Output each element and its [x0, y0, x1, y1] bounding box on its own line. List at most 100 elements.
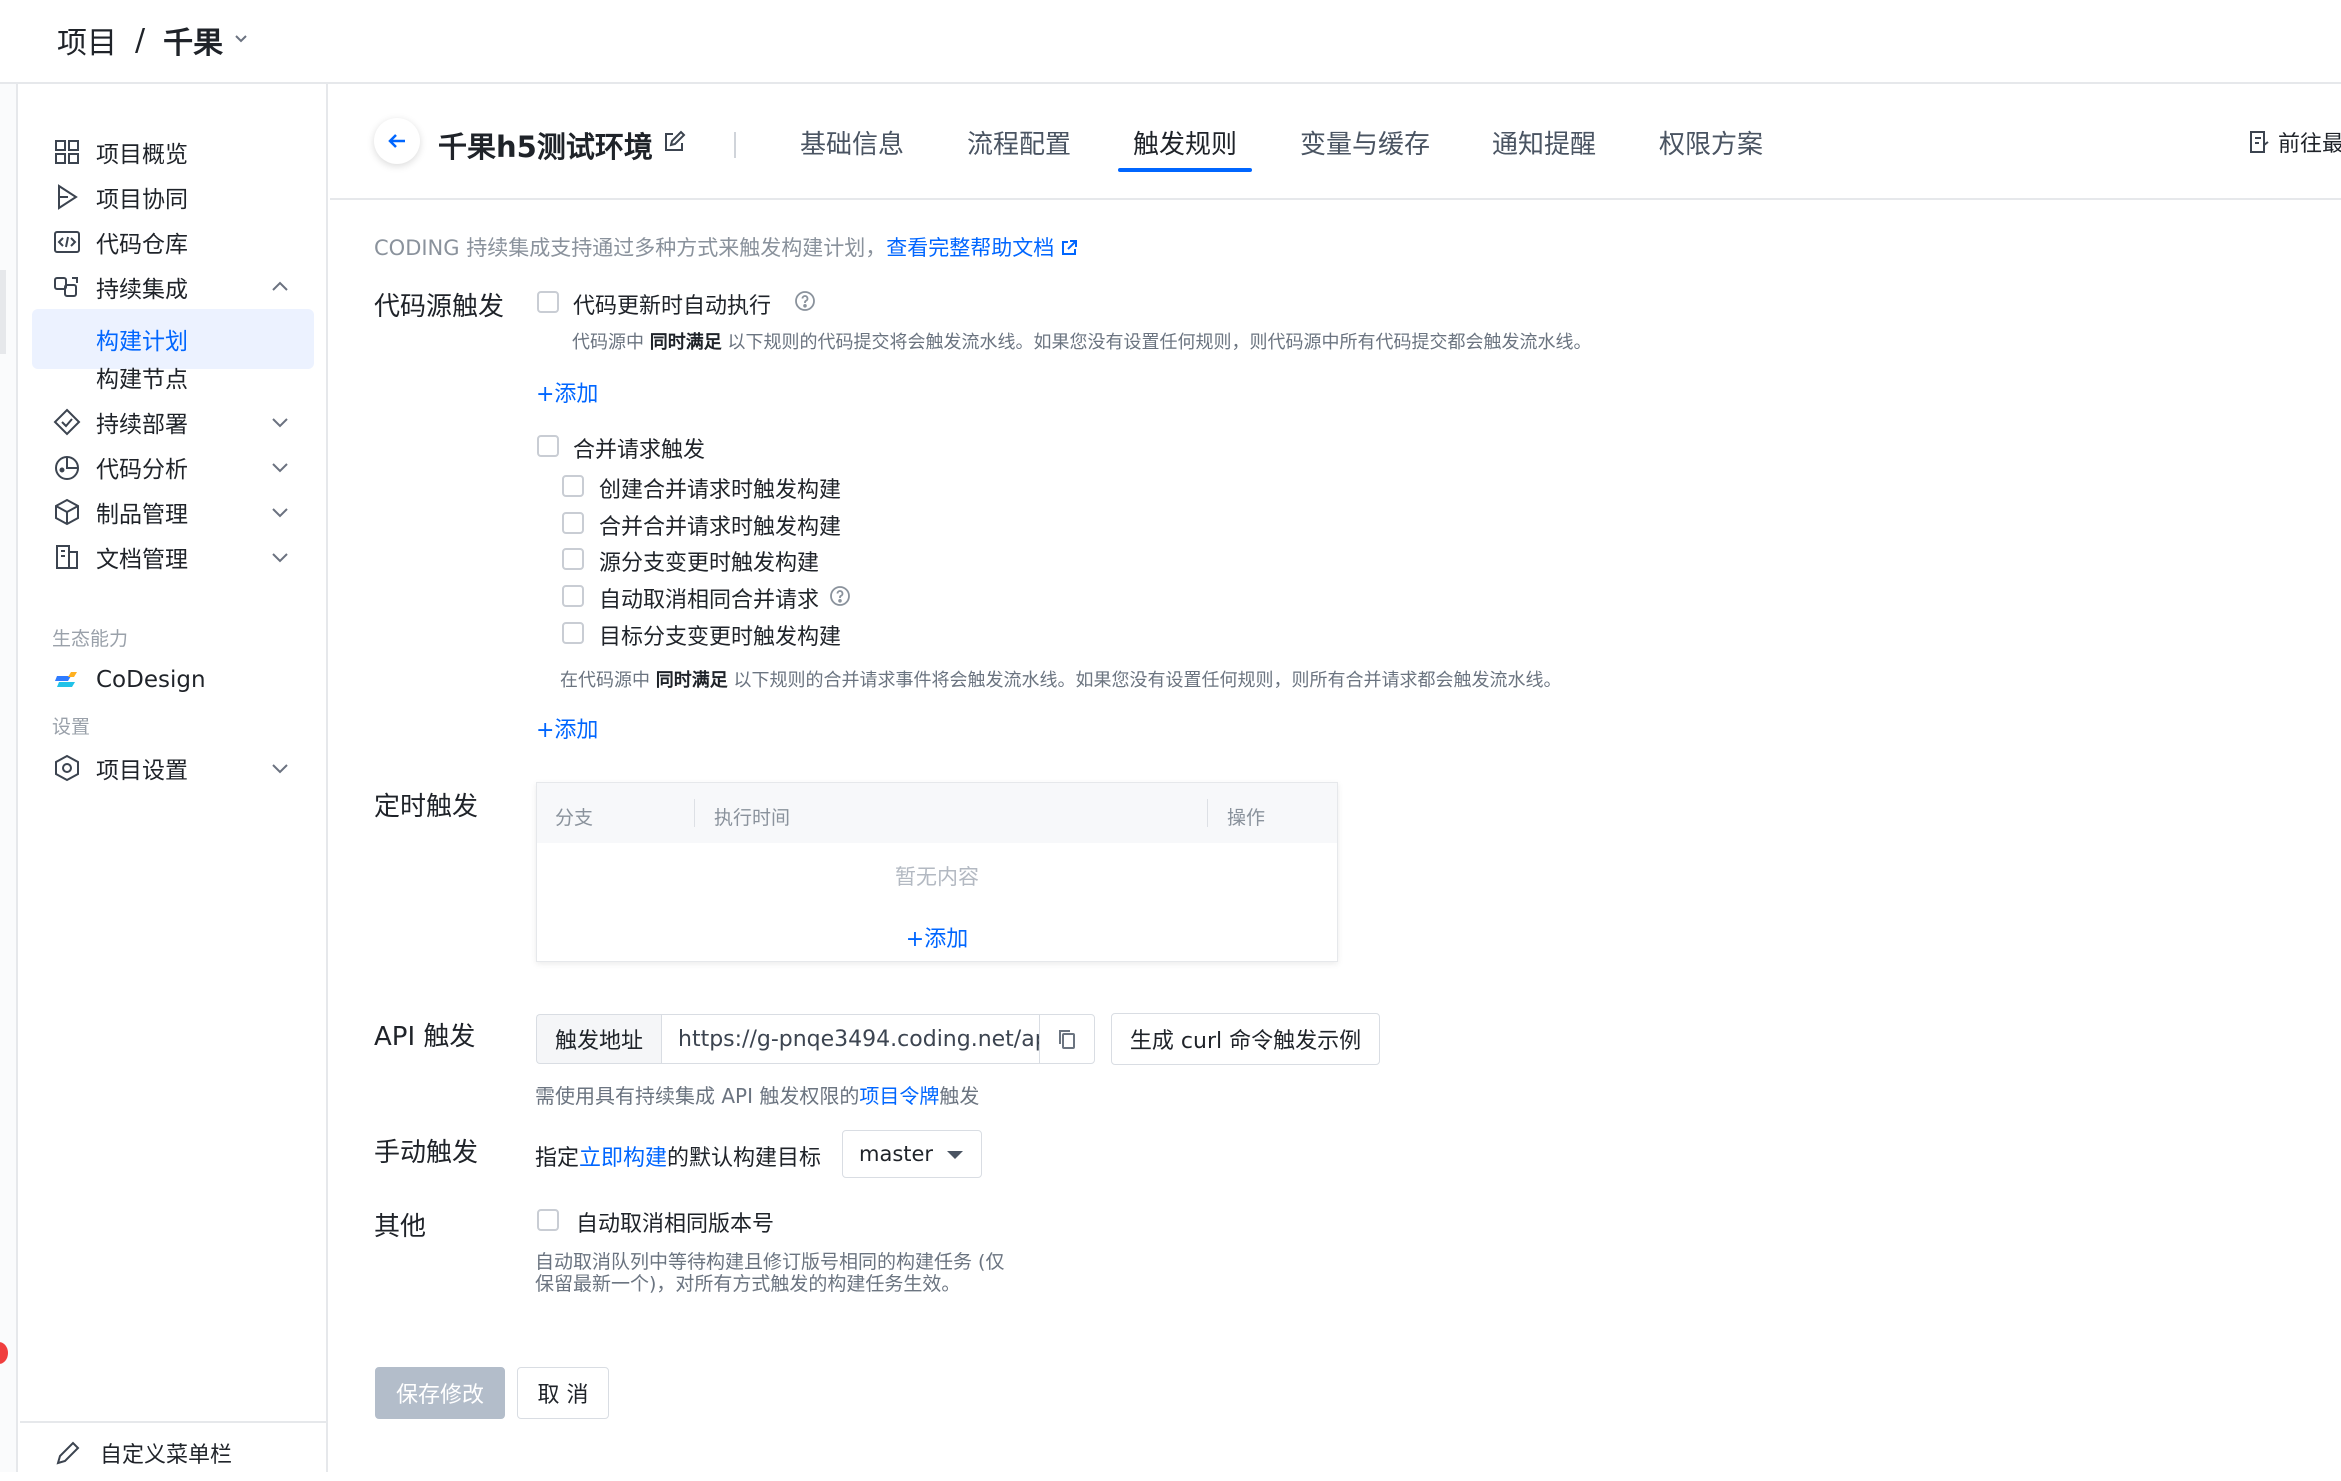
add-code-rule-button[interactable]: +添加 — [536, 376, 598, 408]
package-icon — [52, 497, 82, 527]
active-tab-indicator — [1118, 168, 1252, 172]
help-icon[interactable] — [829, 585, 851, 607]
schedule-table-header: 分支 执行时间 操作 — [537, 783, 1337, 843]
tab-permissions[interactable]: 权限方案 — [1659, 124, 1763, 161]
section-ecosystem: 生态能力 — [52, 628, 129, 650]
add-schedule-button[interactable]: +添加 — [537, 921, 1337, 953]
default-branch-select[interactable]: master — [842, 1130, 982, 1178]
breadcrumb-root[interactable]: 项目 — [57, 18, 117, 62]
auto-cancel-version-checkbox[interactable] — [537, 1209, 559, 1231]
schedule-label: 定时触发 — [374, 792, 479, 822]
schedule-table: 分支 执行时间 操作 暂无内容 +添加 — [536, 782, 1338, 962]
rail-marker — [0, 270, 6, 354]
sidebar-item-label: 项目概览 — [96, 142, 188, 168]
auto-cancel-version-label[interactable]: 自动取消相同版本号 — [576, 1206, 774, 1238]
copy-button[interactable] — [1039, 1014, 1096, 1064]
document-icon — [52, 542, 82, 572]
sidebar-item-label: 文档管理 — [96, 547, 188, 573]
project-token-link[interactable]: 项目令牌 — [859, 1084, 939, 1108]
document-icon — [2248, 130, 2270, 154]
add-mr-rule-button[interactable]: +添加 — [536, 712, 598, 744]
help-icon[interactable] — [794, 290, 816, 312]
api-url-field[interactable]: https://g-pnqe3494.coding.net/ap — [661, 1014, 1040, 1064]
sidebar-item-label: CoDesign — [96, 667, 206, 693]
merge-request-label[interactable]: 合并请求触发 — [573, 432, 705, 464]
code-source-label: 代码源触发 — [374, 292, 505, 322]
tab-basic-info[interactable]: 基础信息 — [800, 124, 904, 161]
chevron-down-icon[interactable] — [233, 30, 249, 51]
mr-option-checkbox[interactable] — [562, 585, 584, 607]
mr-option-label[interactable]: 源分支变更时触发构建 — [599, 545, 819, 577]
generate-curl-button[interactable]: 生成 curl 命令触发示例 — [1111, 1013, 1380, 1065]
tab-variables-cache[interactable]: 变量与缓存 — [1300, 124, 1430, 161]
tab-notifications[interactable]: 通知提醒 — [1492, 124, 1596, 161]
save-button[interactable]: 保存修改 — [375, 1367, 505, 1419]
sidebar-main: 项目概览 项目协同 代码仓库 持续集成 构建计划 构建节点 持续部署 代码分析 … — [20, 84, 328, 1472]
chevron-down-icon — [268, 756, 292, 780]
mr-option-label[interactable]: 合并合并请求时触发构建 — [599, 509, 841, 541]
other-label: 其他 — [374, 1212, 427, 1242]
topbar: 千果h5测试环境 基础信息 流程配置 触发规则 变量与缓存 通知提醒 权限方案 … — [330, 84, 2341, 200]
sidebar-footer[interactable]: 自定义菜单栏 — [20, 1421, 326, 1481]
column-header-branch: 分支 — [555, 807, 594, 829]
mr-option-label[interactable]: 目标分支变更时触发构建 — [599, 619, 841, 651]
customize-menu-label: 自定义菜单栏 — [100, 1443, 233, 1468]
mr-option-label[interactable]: 创建合并请求时触发构建 — [599, 472, 841, 504]
intro-text: CODING 持续集成支持通过多种方式来触发构建计划，查看完整帮助文档 — [374, 232, 1078, 262]
manual-trigger-label: 手动触发 — [374, 1138, 479, 1168]
external-link-icon[interactable] — [1060, 238, 1078, 256]
sidebar-item-ci[interactable]: 持续集成 — [32, 258, 314, 316]
goto-latest-link[interactable]: 前往最 — [2248, 126, 2341, 158]
sidebar-item-codesign[interactable]: CoDesign — [32, 651, 314, 709]
auto-run-label[interactable]: 代码更新时自动执行 — [573, 288, 771, 320]
plan-title: 千果h5测试环境 — [438, 130, 653, 164]
mr-option-checkbox[interactable] — [562, 475, 584, 497]
sidebar-item-label: 代码仓库 — [96, 232, 188, 258]
auto-cancel-hint-line2: 保留最新一个)，对所有方式触发的构建任务生效。 — [535, 1273, 961, 1295]
auto-run-checkbox[interactable] — [537, 291, 559, 313]
column-divider — [694, 799, 695, 827]
chevron-down-icon — [268, 410, 292, 434]
analysis-icon — [52, 452, 82, 482]
column-divider — [1207, 799, 1208, 827]
auto-cancel-hint-line1: 自动取消队列中等待构建且修订版号相同的构建任务 (仅 — [535, 1251, 1005, 1273]
back-button[interactable] — [374, 118, 420, 164]
chevron-down-icon — [268, 455, 292, 479]
sidebar-item-label: 构建节点 — [96, 367, 188, 393]
mr-option-checkbox[interactable] — [562, 548, 584, 570]
app-header: 项目 / 千果 — [0, 0, 2341, 84]
build-now-link[interactable]: 立即构建 — [579, 1146, 667, 1171]
sidebar-item-label: 持续部署 — [96, 412, 188, 438]
tab-trigger-rules[interactable]: 触发规则 — [1133, 124, 1237, 161]
chevron-up-icon — [268, 275, 292, 299]
api-url-group: 触发地址 https://g-pnqe3494.coding.net/ap — [536, 1014, 1096, 1064]
breadcrumb-separator: / — [135, 22, 146, 58]
chevron-down-icon — [268, 545, 292, 569]
mr-option-label[interactable]: 自动取消相同合并请求 — [599, 582, 819, 614]
sidebar-item-label: 制品管理 — [96, 502, 188, 528]
code-source-hint: 代码源中 同时满足 以下规则的代码提交将会触发流水线。如果您没有设置任何规则，则… — [572, 332, 1592, 353]
play-icon — [52, 182, 82, 212]
sidebar-item-label: 代码分析 — [96, 457, 188, 483]
breadcrumb-project[interactable]: 千果 — [163, 18, 223, 62]
mr-option-checkbox[interactable] — [562, 512, 584, 534]
sidebar-item-label: 项目协同 — [96, 187, 188, 213]
codesign-logo-icon — [52, 665, 82, 695]
merge-request-hint: 在代码源中 同时满足 以下规则的合并请求事件将会触发流水线。如果您没有设置任何规… — [560, 670, 1562, 691]
notification-dot[interactable] — [0, 1342, 8, 1364]
section-settings: 设置 — [52, 716, 91, 738]
edit-icon[interactable] — [662, 130, 688, 156]
tab-flow-config[interactable]: 流程配置 — [967, 124, 1071, 161]
column-header-actions: 操作 — [1227, 807, 1266, 829]
copy-icon — [1059, 1030, 1076, 1049]
pencil-icon — [54, 1439, 84, 1469]
caret-down-icon — [947, 1151, 963, 1159]
mr-option-checkbox[interactable] — [562, 622, 584, 644]
cancel-button[interactable]: 取 消 — [517, 1367, 609, 1419]
sidebar-item-documents[interactable]: 文档管理 — [32, 528, 314, 586]
merge-request-checkbox[interactable] — [537, 435, 559, 457]
chevron-down-icon — [268, 500, 292, 524]
sidebar-item-project-settings[interactable]: 项目设置 — [32, 739, 314, 797]
sidebar-item-label: 项目设置 — [96, 758, 188, 784]
help-doc-link[interactable]: 查看完整帮助文档 — [886, 236, 1054, 260]
